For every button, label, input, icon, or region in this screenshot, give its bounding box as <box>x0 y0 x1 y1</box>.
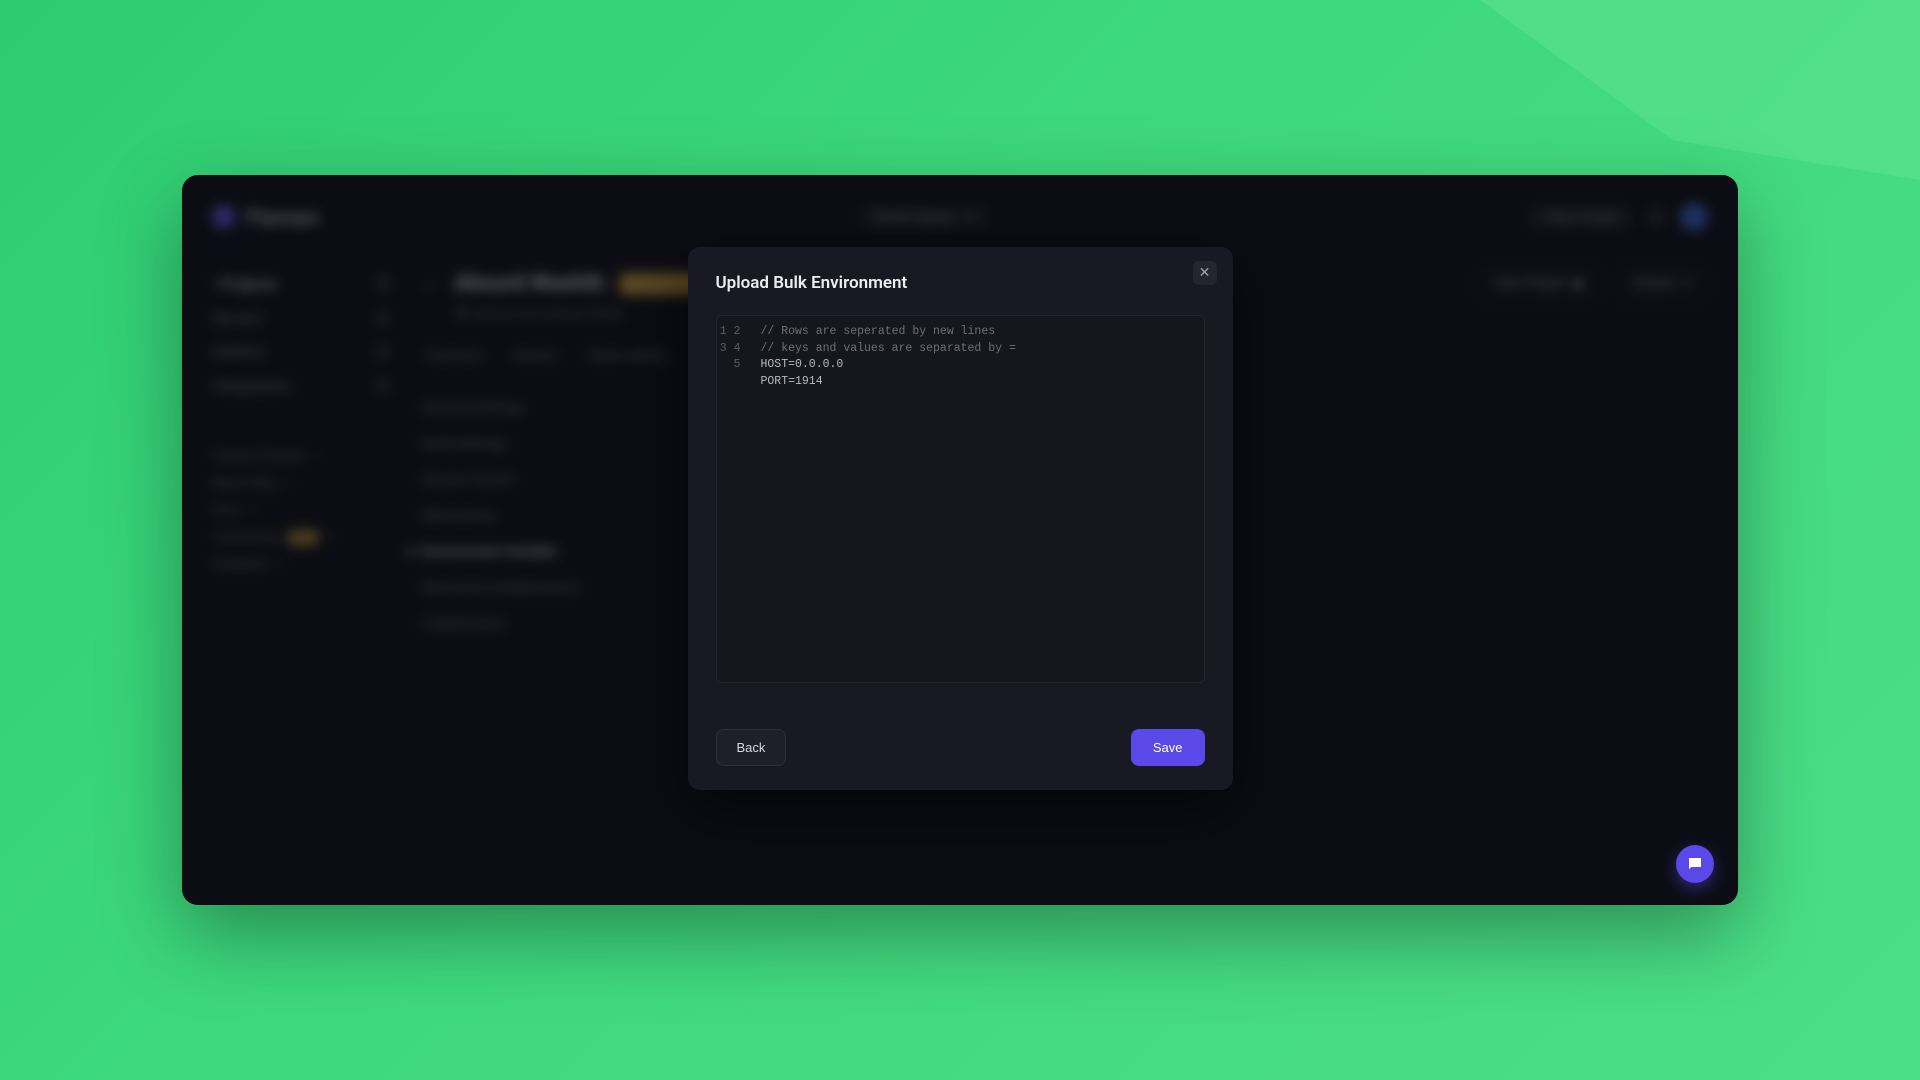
save-button[interactable]: Save <box>1131 729 1205 766</box>
modal-overlay: Upload Bulk Environment ✕ 1 2 3 4 5 // R… <box>182 175 1738 905</box>
chat-icon[interactable] <box>1676 845 1714 883</box>
back-button[interactable]: Back <box>716 729 787 766</box>
app-window: Pipeops Daniel Space ▾ + New Project • P… <box>182 175 1738 905</box>
line-number-gutter: 1 2 3 4 5 <box>717 316 751 682</box>
modal-title: Upload Bulk Environment <box>716 273 1205 293</box>
close-icon[interactable]: ✕ <box>1193 261 1217 285</box>
env-code-editor[interactable]: 1 2 3 4 5 // Rows are seperated by new l… <box>716 315 1205 683</box>
upload-env-modal: Upload Bulk Environment ✕ 1 2 3 4 5 // R… <box>688 247 1233 790</box>
code-content[interactable]: // Rows are seperated by new lines // ke… <box>751 316 1204 682</box>
